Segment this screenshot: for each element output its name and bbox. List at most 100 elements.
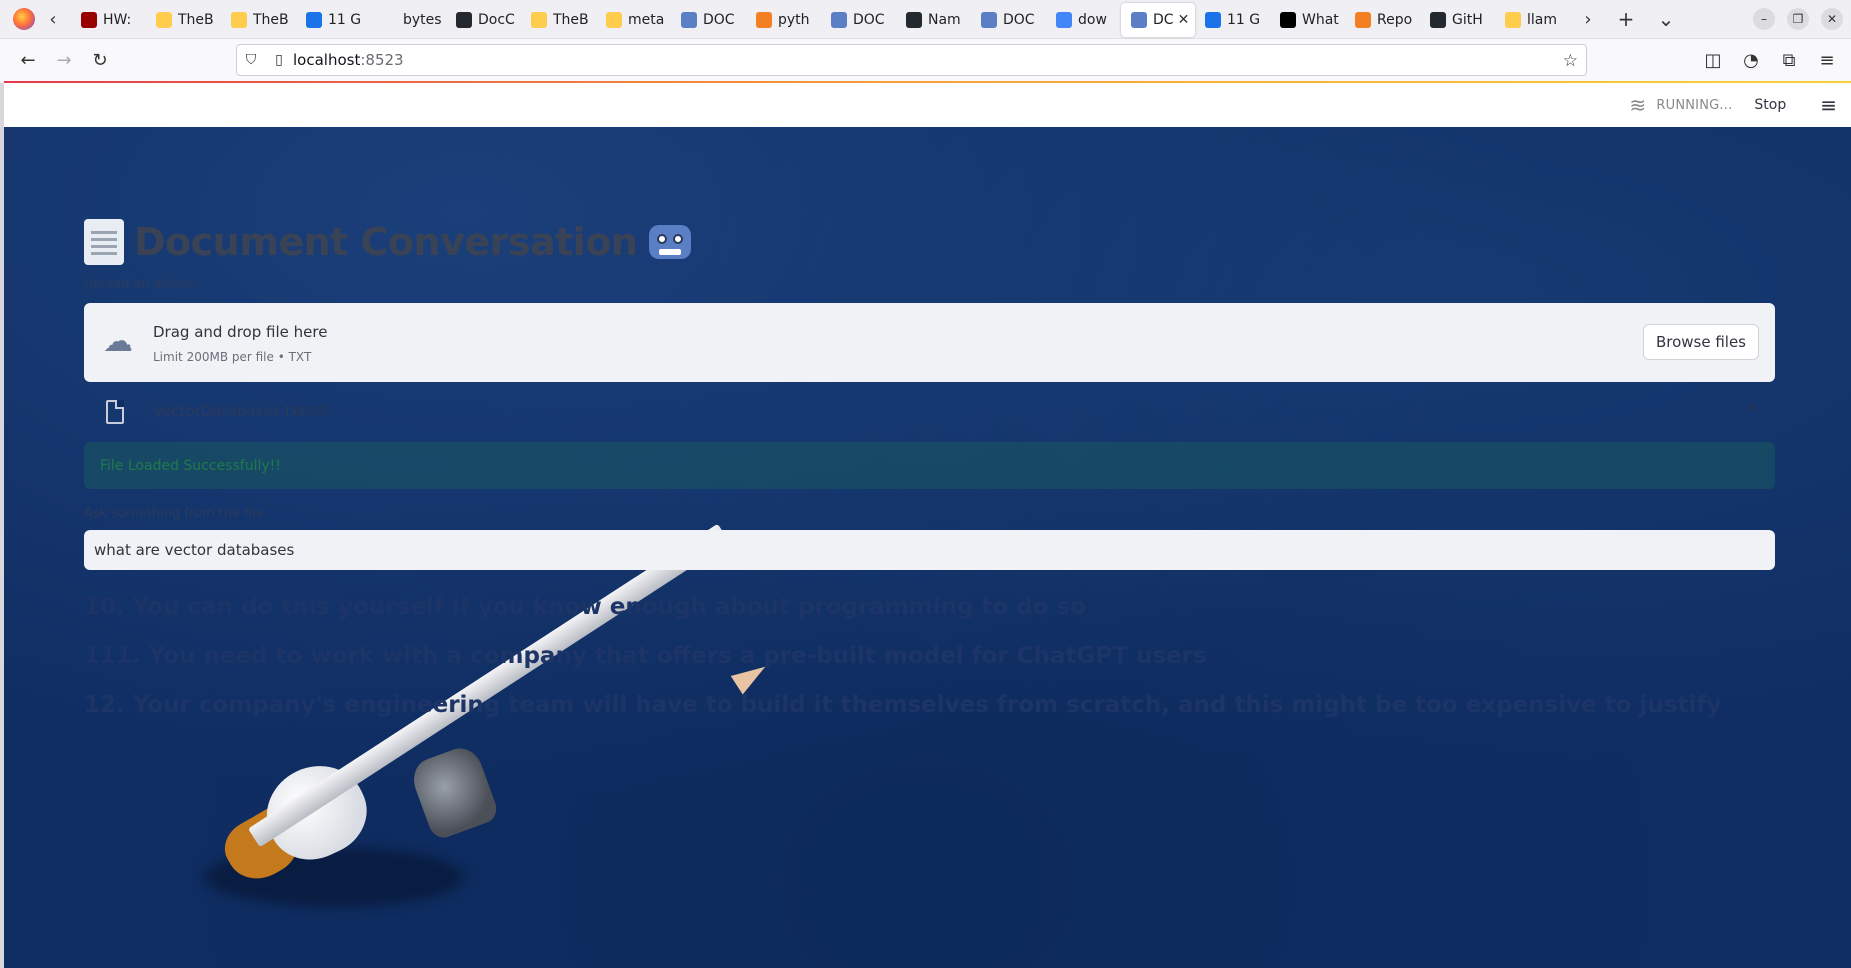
browser-tab[interactable]: What (1270, 3, 1345, 37)
url-host: localhost (293, 51, 361, 69)
answer-line: 10. You can do this yourself if you know… (84, 594, 1087, 620)
back-arrow-icon[interactable]: ← (10, 44, 46, 76)
navigation-bar: ← → ↻ ⛉ ▯ localhost :8523 ☆ ◫ ◔ ⧉ ≡ (0, 39, 1851, 81)
url-bar[interactable]: ⛉ ▯ localhost :8523 ☆ (236, 44, 1587, 76)
tab-list: HW: TheB TheB 11 G bytes.us DocC TheB meta DOC py… (71, 0, 1570, 39)
browser-tab-label: DOC (703, 12, 735, 28)
browser-tab[interactable]: DC ✕ (1121, 3, 1195, 37)
toolbar-right: ◫ ◔ ⧉ ≡ (1697, 44, 1843, 76)
forward-arrow-icon[interactable]: → (46, 44, 82, 76)
browser-tab-label: TheB (178, 12, 214, 28)
restore-icon[interactable]: ❐ (1787, 8, 1809, 30)
pocket-icon[interactable]: ◫ (1697, 44, 1729, 76)
robot-icon (1131, 12, 1147, 28)
robot-emoji-icon (647, 219, 693, 265)
bookmark-star-icon[interactable]: ☆ (1563, 51, 1578, 71)
tabs-scroll-left-button[interactable]: ‹ (35, 0, 71, 39)
uploaded-file-size: 7.5KB (293, 404, 329, 418)
dropzone-limit: Limit 200MB per file • TXT (153, 350, 312, 364)
extensions-icon[interactable]: ⧉ (1773, 44, 1805, 76)
window-controls: – ❐ ✕ (1753, 8, 1843, 30)
file-dropzone[interactable]: ☁ Drag and drop file here Limit 200MB pe… (84, 303, 1775, 382)
browser-tab[interactable]: DocC (446, 3, 521, 37)
success-alert: File Loaded Successfully!! (84, 442, 1775, 489)
browser-tab[interactable]: HW: (71, 3, 146, 37)
browser-tab[interactable]: meta (596, 3, 671, 37)
copilot-icon (306, 12, 322, 28)
browser-tab[interactable]: Repo (1345, 3, 1420, 37)
page-title: Document Conversation (84, 215, 1775, 269)
huggingface-icon (531, 12, 547, 28)
browser-tab[interactable]: TheB (221, 3, 296, 37)
medium-icon (1280, 12, 1296, 28)
browser-tab-label: DOC (853, 12, 885, 28)
tabs-scroll-right-button[interactable]: › (1570, 0, 1606, 39)
swimmer-icon: ≋ (1629, 93, 1647, 117)
browser-tab-strip: ‹ HW: TheB TheB 11 G bytes.us DocC TheB meta DOC… (0, 0, 1851, 39)
huggingface-icon (1505, 12, 1521, 28)
browser-tab[interactable]: DOC (971, 3, 1046, 37)
page-info-icon[interactable]: ▯ (265, 52, 293, 68)
browser-tab-label: dow (1078, 12, 1107, 28)
document-emoji-icon (84, 219, 124, 265)
browser-tab-label: bytes.us (403, 12, 443, 28)
answer-line: 12. Your company's engineering team will… (84, 692, 1722, 718)
stackoverflow-icon (756, 12, 772, 28)
close-tab-icon[interactable]: ✕ (1178, 12, 1190, 28)
hamburger-menu-icon[interactable]: ≡ (1820, 93, 1837, 117)
answer-list: 10. You can do this yourself if you know… (84, 592, 1775, 739)
browse-files-button[interactable]: Browse files (1642, 324, 1759, 360)
browser-tab[interactable]: DOC (821, 3, 896, 37)
account-icon[interactable]: ◔ (1735, 44, 1767, 76)
browser-tab[interactable]: TheB (146, 3, 221, 37)
browser-tab-label: Nam (928, 12, 961, 28)
answer-line: 111. You need to work with a company tha… (84, 643, 1207, 669)
browser-tab-label: What (1302, 12, 1339, 28)
browser-tab[interactable]: bytes.us (371, 3, 446, 37)
browser-tab[interactable]: TheB (521, 3, 596, 37)
google-icon (1056, 12, 1072, 28)
robot-icon (981, 12, 997, 28)
huggingface-icon (231, 12, 247, 28)
github-icon (906, 12, 922, 28)
browser-tab[interactable]: 11 G (1195, 3, 1270, 37)
browser-tab-label: DC (1153, 12, 1174, 28)
app-content: Document Conversation Upload an article … (84, 215, 1775, 739)
list-all-tabs-button[interactable]: ⌄ (1646, 0, 1686, 39)
background-clip (407, 742, 501, 842)
streamlit-header: ≋ RUNNING... Stop ≡ (4, 83, 1851, 127)
shield-icon[interactable]: ⛉ (237, 52, 265, 68)
robot-icon (831, 12, 847, 28)
browser-tab[interactable]: pyth (746, 3, 821, 37)
browser-tab[interactable]: dow (1046, 3, 1121, 37)
browser-tab-label: GitH (1452, 12, 1483, 28)
minimize-icon[interactable]: – (1753, 8, 1775, 30)
browser-tab-label: TheB (553, 12, 589, 28)
stackoverflow-icon (1355, 12, 1371, 28)
url-port: :8523 (360, 51, 404, 69)
browser-tab[interactable]: Nam (896, 3, 971, 37)
uploaded-file: VectorDatabases.txt 7.5KB ✕ (84, 382, 1775, 442)
query-input[interactable] (84, 530, 1775, 570)
huggingface-icon (156, 12, 172, 28)
browser-tab[interactable]: GitH (1420, 3, 1495, 37)
browser-tab[interactable]: 11 G (296, 3, 371, 37)
page-title-text: Document Conversation (134, 220, 638, 264)
browser-tab-label: pyth (778, 12, 810, 28)
app-menu-icon[interactable]: ≡ (1811, 44, 1843, 76)
huggingface-icon (606, 12, 622, 28)
github-icon (456, 12, 472, 28)
stop-button[interactable]: Stop (1754, 97, 1786, 113)
firefox-icon[interactable] (13, 8, 35, 30)
new-tab-button[interactable]: + (1606, 0, 1646, 39)
running-status-text: RUNNING... (1656, 97, 1733, 113)
browser-tab[interactable]: DOC (671, 3, 746, 37)
cloud-upload-icon: ☁ (103, 324, 133, 359)
copilot-icon (1205, 12, 1221, 28)
remove-file-icon[interactable]: ✕ (1744, 398, 1759, 419)
browser-tab-label: DocC (478, 12, 515, 28)
close-window-icon[interactable]: ✕ (1821, 8, 1843, 30)
browser-tab-label: DOC (1003, 12, 1035, 28)
reload-icon[interactable]: ↻ (82, 44, 118, 76)
browser-tab[interactable]: llam (1495, 3, 1570, 37)
